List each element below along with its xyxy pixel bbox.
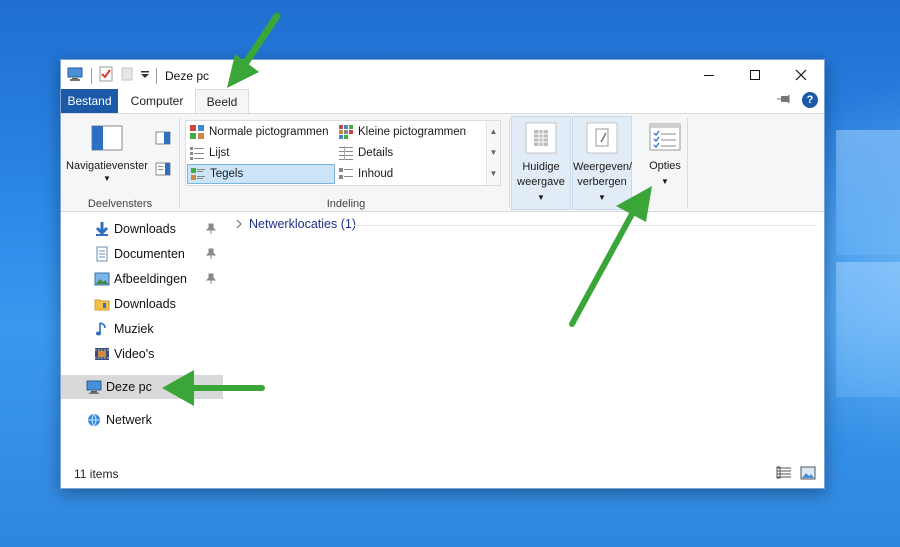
chevron-right-icon[interactable]: [235, 219, 243, 229]
ribbon-view: Navigatievenster ▼ Deelvensters Normale …: [61, 113, 824, 212]
navigation-pane: Downloads Documenten Afbeeldingen Downlo…: [61, 213, 223, 458]
help-icon[interactable]: ?: [802, 92, 818, 108]
group-separator: [687, 118, 688, 208]
pin-icon[interactable]: [205, 248, 217, 260]
layout-group: Normale pictogrammen Kleine pictogrammen…: [61, 114, 511, 213]
document-icon: [96, 246, 108, 262]
layout-gallery-scrollbar[interactable]: ▲ ▼ ▼: [486, 121, 500, 185]
tab-computer[interactable]: Computer: [121, 89, 193, 113]
minimize-button[interactable]: [686, 60, 732, 89]
annotation-arrow-this-pc: [162, 370, 265, 406]
download-arrow-icon: [95, 222, 109, 236]
tab-file[interactable]: Bestand: [61, 89, 118, 113]
pictures-icon: [94, 272, 110, 286]
file-explorer-window: Deze pc Bestand Computer Beeld ? Navigat…: [60, 59, 825, 489]
layout-tiles[interactable]: Tegels: [187, 164, 335, 184]
large-icons-view-icon[interactable]: [800, 466, 816, 480]
details-view-icon[interactable]: [776, 466, 792, 480]
scroll-down-icon[interactable]: ▼: [487, 142, 500, 163]
layout-list[interactable]: Lijst: [187, 143, 335, 163]
tiles-icon: [191, 168, 205, 180]
nav-item-downloads-quick[interactable]: Downloads: [61, 217, 223, 241]
layout-large-icons[interactable]: Normale pictogrammen: [187, 122, 335, 142]
window-controls: [686, 60, 824, 89]
network-locations-group[interactable]: Netwerklocaties (1): [235, 217, 356, 231]
nav-item-documents[interactable]: Documenten: [61, 242, 223, 266]
details-icon: [339, 146, 353, 160]
nav-item-videos[interactable]: Video's: [61, 342, 223, 366]
options-icon: [648, 120, 682, 154]
ribbon-tab-right-controls: ?: [776, 92, 818, 108]
content-icon: [339, 168, 353, 179]
toolbar-separator: [156, 67, 157, 84]
customize-toolbar-chevron-icon[interactable]: [140, 69, 150, 83]
windows-logo: [836, 130, 900, 400]
show-hide-icon: [585, 121, 619, 155]
new-folder-icon[interactable]: [120, 66, 134, 85]
properties-icon[interactable]: [98, 66, 114, 85]
current-view-icon: [524, 121, 558, 155]
scroll-up-icon[interactable]: ▲: [487, 121, 500, 142]
nav-item-music[interactable]: Muziek: [61, 317, 223, 341]
small-icons-icon: [339, 125, 353, 139]
close-button[interactable]: [778, 60, 824, 89]
layout-gallery: Normale pictogrammen Kleine pictogrammen…: [185, 120, 501, 186]
layout-details[interactable]: Details: [336, 143, 484, 163]
gallery-more-icon[interactable]: ▼: [487, 163, 500, 184]
status-view-toggles: [776, 466, 816, 480]
annotation-arrow-options: [569, 186, 652, 327]
pin-icon[interactable]: [205, 223, 217, 235]
nav-item-downloads-folder[interactable]: Downloads: [61, 292, 223, 316]
title-bar: Deze pc: [61, 60, 824, 89]
group-header-label: Netwerklocaties (1): [249, 217, 356, 231]
chevron-down-icon: ▼: [537, 193, 545, 202]
maximize-button[interactable]: [732, 60, 778, 89]
this-pc-icon: [86, 380, 102, 394]
list-icon: [190, 147, 204, 160]
music-note-icon: [95, 322, 106, 336]
window-title: Deze pc: [165, 68, 210, 83]
layout-group-label: Indeling: [326, 198, 366, 210]
item-count: 11 items: [74, 467, 119, 481]
status-bar: 11 items: [61, 458, 824, 488]
video-icon: [95, 348, 109, 360]
toolbar-separator: [91, 67, 92, 84]
nav-item-pictures[interactable]: Afbeeldingen: [61, 267, 223, 291]
main-content-pane: Netwerklocaties (1): [223, 213, 824, 458]
network-icon: [88, 413, 100, 427]
folder-icon: [94, 299, 110, 311]
pin-icon[interactable]: [205, 273, 217, 285]
layout-content[interactable]: Inhoud: [336, 164, 484, 184]
pin-ribbon-icon[interactable]: [776, 93, 790, 107]
quick-access-toolbar: Deze pc: [67, 66, 209, 85]
layout-small-icons[interactable]: Kleine pictogrammen: [336, 122, 484, 142]
this-pc-icon: [67, 66, 85, 85]
ribbon-tabs: Bestand Computer Beeld ?: [61, 89, 824, 114]
group-separator: [509, 118, 510, 208]
large-icons-icon: [190, 125, 204, 139]
annotation-arrow-view-tab: [227, 12, 281, 88]
